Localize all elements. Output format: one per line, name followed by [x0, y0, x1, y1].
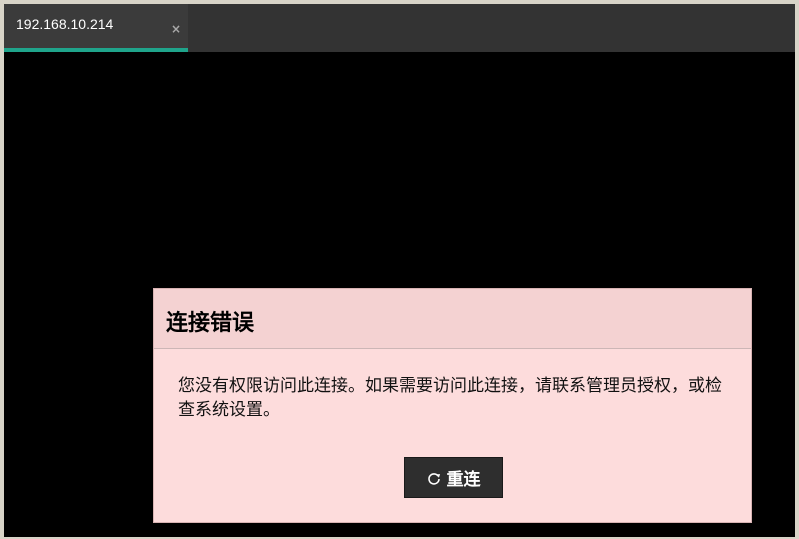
tab-bar: 192.168.10.214 ×	[4, 4, 795, 52]
reconnect-label: 重连	[446, 470, 481, 490]
connection-error-dialog: 连接错误 您没有权限访问此连接。如果需要访问此连接，请联系管理员授权，或检查系统…	[153, 288, 752, 523]
tab-connection[interactable]: 192.168.10.214 ×	[4, 4, 188, 52]
remote-session-window: 192.168.10.214 × 连接错误 您没有权限访问此连接。如果需要访问此…	[4, 4, 795, 537]
refresh-icon	[427, 471, 441, 485]
tab-title: 192.168.10.214	[16, 16, 114, 32]
error-message: 您没有权限访问此连接。如果需要访问此连接，请联系管理员授权，或检查系统设置。	[178, 376, 722, 420]
close-icon[interactable]: ×	[170, 23, 182, 35]
dialog-header: 连接错误	[154, 289, 751, 349]
dialog-title: 连接错误	[166, 311, 255, 336]
reconnect-button[interactable]: 重连	[404, 457, 503, 498]
